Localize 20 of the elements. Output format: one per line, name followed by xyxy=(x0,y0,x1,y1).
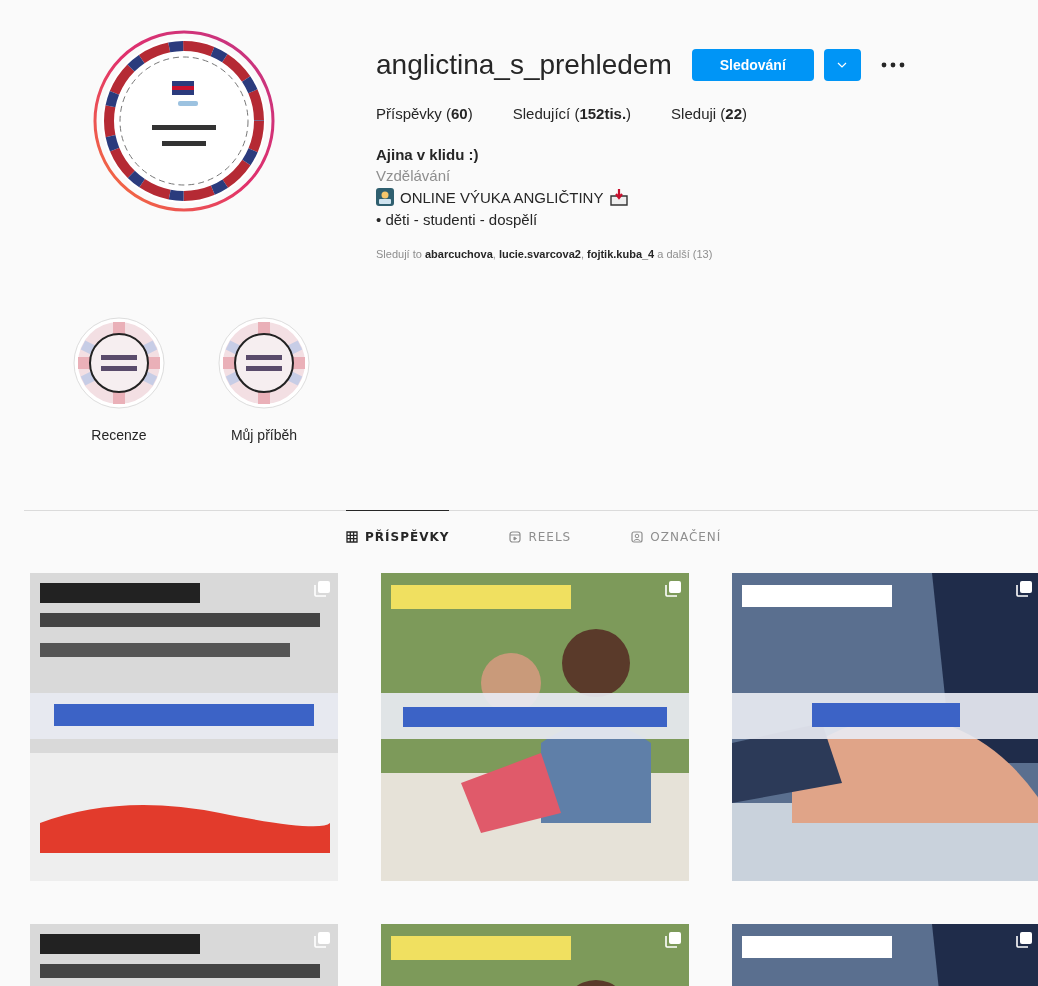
inbox-tray-icon xyxy=(609,188,630,206)
profile-category: Vzdělávání xyxy=(376,167,452,184)
profile-stat[interactable]: Sledující (152tis.) xyxy=(512,105,632,122)
profile-name: Ajina v klidu :) xyxy=(376,146,480,163)
bio-text: ONLINE VÝUKA ANGLIČTINY xyxy=(400,188,604,206)
person-tag-icon xyxy=(631,531,644,543)
teacher-icon xyxy=(376,188,394,206)
bio-text: • děti - studenti - dospělí xyxy=(376,211,539,228)
tab[interactable]: PŘÍSPĚVKY xyxy=(346,510,450,563)
grid-icon xyxy=(346,531,358,543)
video-icon xyxy=(509,531,522,543)
username: anglictina_s_prehledem xyxy=(376,49,672,81)
highlight-label[interactable]: Recenze xyxy=(91,427,147,443)
followed-by-text[interactable]: Sledují to abarcuchova, lucie.svarcova2, fojtik.kuba_4 a další (13) xyxy=(376,248,1038,260)
profile-stat[interactable]: Sleduji (22) xyxy=(671,105,747,122)
dropdown-button[interactable] xyxy=(823,49,861,81)
profile-stat[interactable]: Příspěvky (60) xyxy=(376,105,473,122)
highlight-label[interactable]: Můj příběh xyxy=(230,427,298,443)
more-icon[interactable] xyxy=(880,62,905,68)
chevron-down-icon xyxy=(837,62,848,68)
